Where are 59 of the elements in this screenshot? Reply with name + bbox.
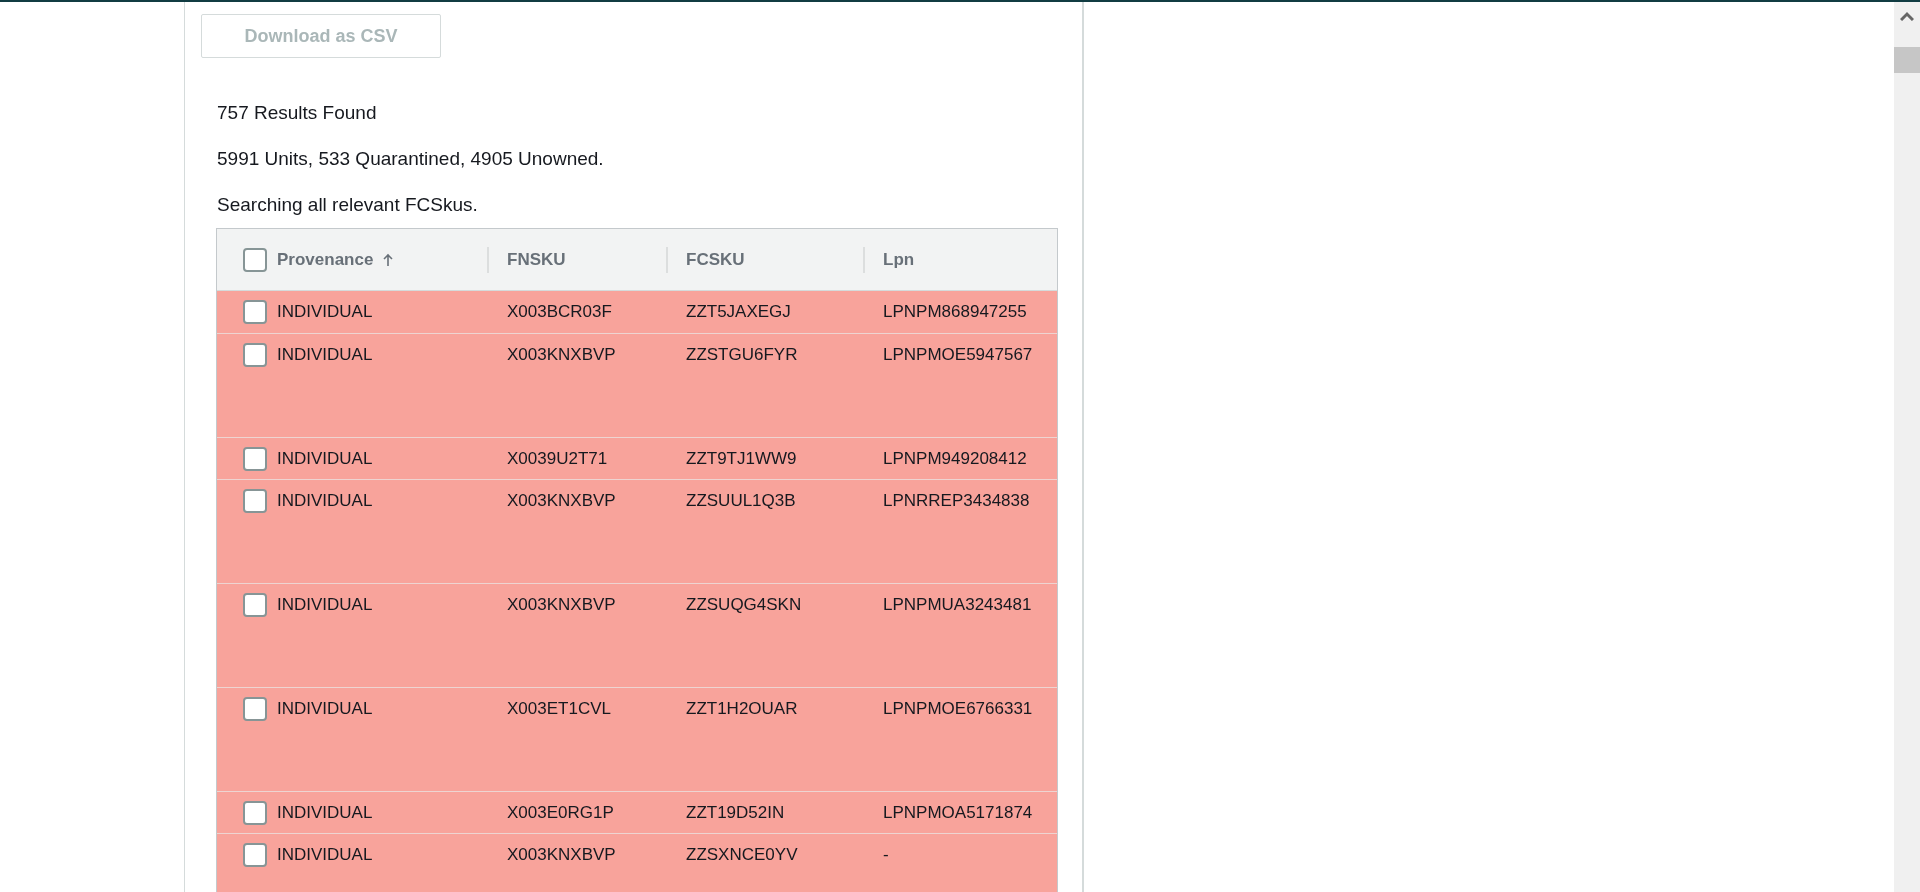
table-cell-text: X003ET1CVL [506, 698, 612, 720]
column-header[interactable]: FNSKU [507, 249, 566, 270]
scrollbar[interactable] [1894, 2, 1920, 892]
table-cell-text: X003E0RG1P [506, 802, 615, 824]
table-cell-text: ZZT9TJ1WW9 [685, 448, 798, 470]
table-row[interactable]: INDIVIDUAL X003E0RG1P ZZT19D52IN LPNPMOA5171874 [217, 791, 1057, 833]
table-cell-text: INDIVIDUAL [277, 490, 374, 512]
table-cell-text: ZZSUQG4SKN [685, 594, 803, 616]
checkbox[interactable] [243, 447, 267, 471]
checkbox[interactable] [243, 489, 267, 513]
column-header[interactable]: Provenance [277, 249, 374, 270]
table-cell-text: LPNPMOE6766331 [882, 698, 1034, 720]
table-cell-text: LPNPMOE5947567 [882, 344, 1034, 366]
table-row[interactable]: INDIVIDUAL X003ET1CVL ZZT1H2OUAR LPNPMOE6766331 [217, 687, 1057, 791]
table-cell-text: INDIVIDUAL [277, 594, 374, 616]
table-row[interactable]: INDIVIDUAL X003BCR03F ZZT5JAXEGJ LPNPM868947255 [217, 291, 1057, 333]
table-cell-text: X003BCR03F [506, 301, 613, 323]
table-cell-text: ZZT19D52IN [685, 802, 786, 824]
table-cell-text: X003KNXBVP [506, 344, 617, 366]
table-cell-text: LPNPMOA5171874 [882, 802, 1034, 824]
summary-text: 5991 Units, 533 Quarantined, 4905 Unowned. [217, 148, 605, 170]
table-cell-text: LPNPMUA3243481 [882, 594, 1033, 616]
checkbox[interactable] [243, 801, 267, 825]
table-cell-text: INDIVIDUAL [277, 301, 374, 323]
table-cell-text: ZZSXNCE0YV [685, 844, 799, 866]
chevron-up-icon[interactable] [1900, 11, 1914, 21]
table-row[interactable]: INDIVIDUAL X003KNXBVP ZZSUUL1Q3B LPNRREP3434838 [217, 479, 1057, 583]
table-cell-text: INDIVIDUAL [277, 802, 374, 824]
checkbox[interactable] [243, 343, 267, 367]
table-row[interactable]: INDIVIDUAL X003KNXBVP ZZSUQG4SKN LPNPMUA3243481 [217, 583, 1057, 687]
checkbox[interactable] [243, 300, 267, 324]
table-cell-text: INDIVIDUAL [277, 844, 374, 866]
table-cell-text: - [882, 844, 890, 866]
checkbox[interactable] [243, 593, 267, 617]
table-cell-text: X003KNXBVP [506, 594, 617, 616]
table-row[interactable]: INDIVIDUAL X003KNXBVP ZZSXNCE0YV - [217, 833, 1057, 892]
table-cell-text: INDIVIDUAL [277, 344, 374, 366]
checkbox[interactable] [243, 247, 267, 272]
summary-text: 757 Results Found [217, 102, 378, 124]
table-cell-text: ZZSTGU6FYR [685, 344, 799, 366]
table-cell-text: LPNRREP3434838 [882, 490, 1031, 512]
table-cell-text: LPNPM868947255 [882, 301, 1028, 323]
table-row[interactable]: INDIVIDUAL X003KNXBVP ZZSTGU6FYR LPNPMOE5947567 [217, 333, 1057, 437]
summary-text: Searching all relevant FCSkus. [217, 194, 479, 216]
table-cell-text: ZZT5JAXEGJ [685, 301, 792, 323]
column-header[interactable]: FCSKU [686, 249, 745, 270]
column-header[interactable]: Lpn [883, 249, 915, 270]
table-row[interactable]: INDIVIDUAL X0039U2T71 ZZT9TJ1WW9 LPNPM949208412 [217, 437, 1057, 479]
table-cell-text: LPNPM949208412 [882, 448, 1028, 470]
table-cell-text: INDIVIDUAL [277, 698, 374, 720]
table-cell-text: INDIVIDUAL [277, 448, 374, 470]
scrollbar-thumb[interactable] [1894, 47, 1920, 73]
checkbox[interactable] [243, 697, 267, 721]
table-cell-text: ZZT1H2OUAR [685, 698, 799, 720]
table-cell-text: ZZSUUL1Q3B [685, 490, 797, 512]
checkbox[interactable] [243, 843, 267, 867]
table-cell-text: X003KNXBVP [506, 490, 617, 512]
table-cell-text: X0039U2T71 [506, 448, 609, 470]
table-cell-text: X003KNXBVP [506, 844, 617, 866]
